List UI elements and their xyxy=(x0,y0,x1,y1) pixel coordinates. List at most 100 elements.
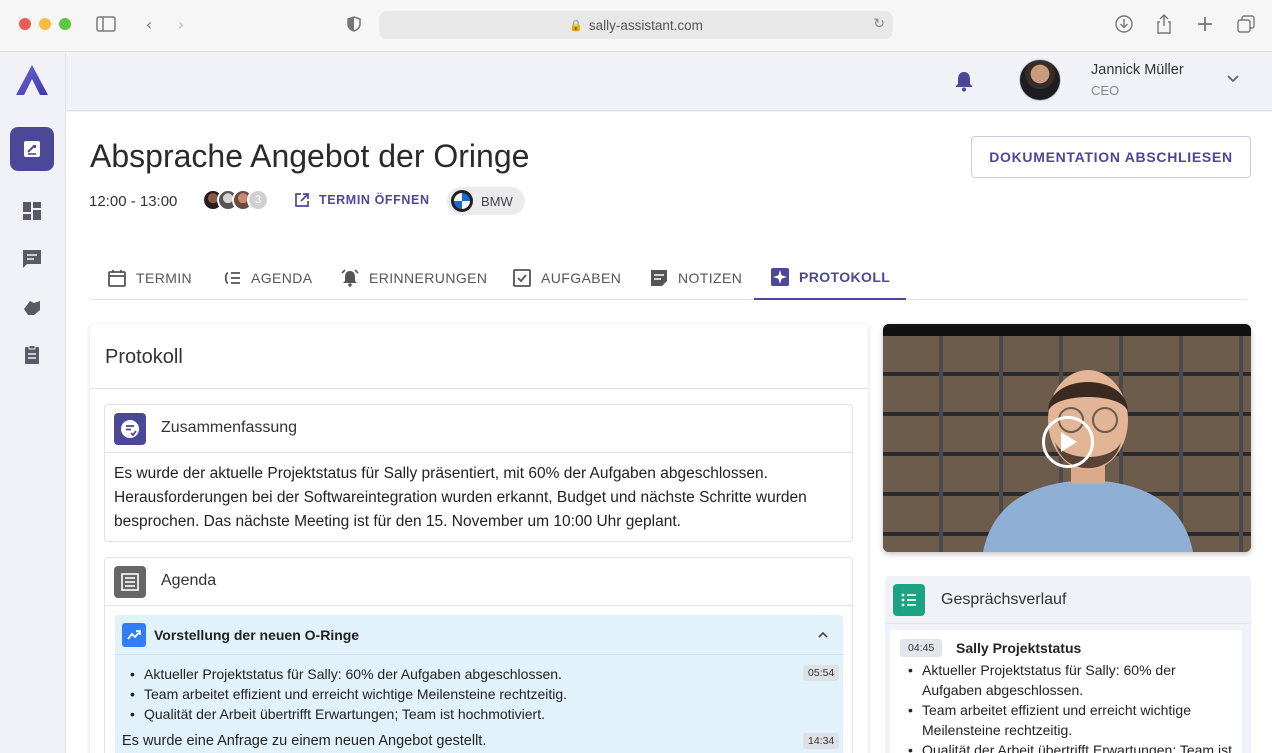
summary-icon xyxy=(114,413,146,445)
sparkle-icon xyxy=(771,267,789,286)
agenda-list-icon xyxy=(224,271,240,284)
video-top-bar xyxy=(883,324,1251,336)
reload-icon[interactable]: ↻ xyxy=(873,16,885,32)
open-appointment-link[interactable]: TERMIN ÖFFNEN xyxy=(294,192,430,208)
agenda-item[interactable]: Vorstellung der neuen O-Ringe Aktueller … xyxy=(115,615,843,753)
conversation-entry-bullets: Aktueller Projektstatus für Sally: 60% d… xyxy=(906,660,1236,753)
chevron-up-icon[interactable] xyxy=(815,627,831,643)
tab-aufgaben[interactable]: AUFGABEN xyxy=(512,255,621,300)
tab-label: AGENDA xyxy=(251,269,313,286)
conversation-history-card: Gesprächsverlauf 04:45 Sally Projektstat… xyxy=(885,576,1251,753)
participant-avatars[interactable]: 3 xyxy=(202,189,269,215)
company-name: BMW xyxy=(481,193,513,209)
summary-card: Zusammenfassung Es wurde der aktuelle Pr… xyxy=(104,404,853,542)
tab-notizen[interactable]: NOTIZEN xyxy=(649,255,742,300)
url-text: sally-assistant.com xyxy=(588,17,703,33)
calendar-icon xyxy=(108,269,126,287)
conversation-history-header: Gesprächsverlauf xyxy=(885,576,1251,624)
dashboard-icon xyxy=(23,202,41,220)
page-title: Absprache Angebot der Oringe xyxy=(90,138,530,174)
summary-title: Zusammenfassung xyxy=(161,419,298,436)
participant-more-count: 3 xyxy=(247,189,269,211)
sidebar-item-dashboard[interactable] xyxy=(10,189,54,233)
notes-icon xyxy=(651,269,667,286)
agenda-item-bullets: Aktueller Projektstatus für Sally: 60% d… xyxy=(128,664,567,724)
lock-icon: 🔒 xyxy=(569,19,583,32)
summary-text: Es wurde der aktuelle Projektstatus für … xyxy=(114,465,807,530)
main-content: Absprache Angebot der Oringe DOKUMENTATI… xyxy=(66,112,1272,753)
chevron-down-icon[interactable] xyxy=(1224,69,1242,87)
open-appointment-label: TERMIN ÖFFNEN xyxy=(319,193,430,207)
tab-erinnerungen[interactable]: ERINNERUNGEN xyxy=(340,255,487,300)
trending-up-icon xyxy=(122,623,146,647)
tab-label: ERINNERUNGEN xyxy=(369,269,488,286)
close-window-button[interactable] xyxy=(19,18,31,30)
list-item: Aktueller Projektstatus für Sally: 60% d… xyxy=(128,664,567,684)
list-item: Qualität der Arbeit übertrifft Erwartung… xyxy=(128,704,567,724)
clipboard-icon xyxy=(25,345,39,364)
list-item: Team arbeitet effizient und erreicht wic… xyxy=(128,684,567,704)
alarm-icon xyxy=(341,268,359,287)
tab-protokoll[interactable]: PROTOKOLL xyxy=(754,255,907,300)
finish-documentation-button[interactable]: DOKUMENTATION ABSCHLIESEN xyxy=(971,136,1251,178)
notification-bell-icon[interactable] xyxy=(952,69,976,93)
meeting-edit-icon xyxy=(24,141,40,157)
download-icon[interactable] xyxy=(1112,12,1136,36)
app-sidebar xyxy=(0,53,66,753)
agenda-header: Agenda xyxy=(105,558,852,606)
agenda-item-title: Vorstellung der neuen O-Ringe xyxy=(154,627,360,643)
open-external-icon xyxy=(295,193,309,207)
user-role: CEO xyxy=(1091,83,1120,98)
agenda-title: Agenda xyxy=(161,572,217,589)
app-logo[interactable] xyxy=(14,63,50,97)
maximize-window-button[interactable] xyxy=(59,18,71,30)
protokoll-card: Protokoll Zusammenfassung Es wurde der a… xyxy=(90,324,868,753)
share-icon[interactable] xyxy=(1152,12,1176,36)
address-bar[interactable]: 🔒 sally-assistant.com ↻ xyxy=(379,11,893,39)
timestamp-badge[interactable]: 04:45 xyxy=(900,639,943,657)
sidebar-toggle-icon[interactable] xyxy=(94,12,118,36)
tab-label: PROTOKOLL xyxy=(799,268,891,285)
privacy-shield-icon[interactable] xyxy=(342,12,366,36)
timestamp-badge[interactable]: 05:54 xyxy=(803,665,840,681)
bmw-logo-icon xyxy=(451,190,473,212)
tab-label: NOTIZEN xyxy=(678,269,743,286)
divider xyxy=(90,388,868,389)
list-icon xyxy=(893,584,925,616)
meeting-time: 12:00 - 13:00 xyxy=(89,193,178,210)
meeting-video-player[interactable] xyxy=(883,324,1251,552)
list-item: Qualität der Arbeit übertrifft Erwartung… xyxy=(906,740,1236,753)
chat-icon xyxy=(23,250,41,268)
summary-header: Zusammenfassung xyxy=(105,405,852,453)
agenda-card: Agenda Vorstellung der neuen O-Ringe Akt… xyxy=(104,557,853,753)
conversation-history-title: Gesprächsverlauf xyxy=(941,591,1067,608)
company-chip[interactable]: BMW xyxy=(447,187,525,215)
sidebar-item-tasks[interactable] xyxy=(10,333,54,377)
sidebar-item-meetings[interactable] xyxy=(10,127,54,171)
tab-termin[interactable]: TERMIN xyxy=(107,255,192,300)
tab-label: AUFGABEN xyxy=(541,269,622,286)
meeting-tabs: TERMIN AGENDA ERINNERUNGEN AUFGABEN NOTI… xyxy=(90,255,1247,300)
list-item: Aktueller Projektstatus für Sally: 60% d… xyxy=(906,660,1236,700)
tab-overview-icon[interactable] xyxy=(1234,12,1258,36)
user-avatar[interactable] xyxy=(1019,59,1061,101)
conversation-entry-title: Sally Projektstatus xyxy=(956,640,1082,656)
handshake-icon xyxy=(24,301,40,315)
sidebar-item-messages[interactable] xyxy=(10,237,54,281)
new-tab-icon[interactable]: + xyxy=(1193,12,1217,37)
forward-icon[interactable]: › xyxy=(169,12,193,36)
checkbox-icon xyxy=(513,268,531,287)
timestamp-badge[interactable]: 14:34 xyxy=(803,733,840,749)
conversation-entry: 04:45 Sally Projektstatus Aktueller Proj… xyxy=(890,630,1242,753)
sidebar-item-deals[interactable] xyxy=(10,285,54,329)
tab-label: TERMIN xyxy=(136,269,193,286)
back-icon[interactable]: ‹ xyxy=(137,12,161,36)
play-icon[interactable] xyxy=(1042,416,1094,468)
agenda-item-header[interactable]: Vorstellung der neuen O-Ringe xyxy=(115,615,843,655)
minimize-window-button[interactable] xyxy=(39,18,51,30)
app-header: Jannick Müller CEO xyxy=(66,53,1272,111)
tab-agenda[interactable]: AGENDA xyxy=(222,255,313,300)
browser-toolbar: ‹ › 🔒 sally-assistant.com ↻ + xyxy=(0,0,1272,52)
agenda-icon xyxy=(114,566,146,598)
protokoll-title: Protokoll xyxy=(105,346,183,368)
